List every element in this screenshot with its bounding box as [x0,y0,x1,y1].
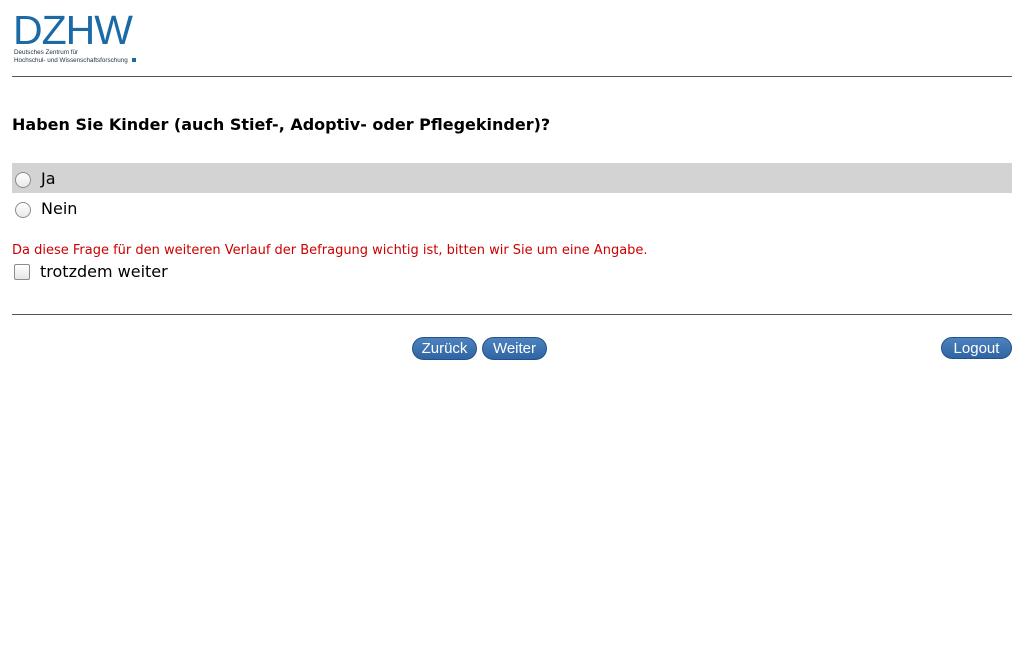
dzhw-logo: DZHW [13,7,133,53]
validation-message: Da diese Frage für den weiteren Verlauf … [12,243,648,258]
next-button[interactable]: Weiter [482,337,547,360]
option-nein-label: Nein [41,198,78,218]
option-nein[interactable]: Nein [12,193,1012,223]
logo-subtitle-line2-text: Hochschul- und Wissenschaftsforschung [14,57,128,64]
option-ja[interactable]: Ja [12,163,1012,193]
override-checkbox-label: trotzdem weiter [40,262,168,281]
option-ja-label: Ja [41,168,56,188]
footer-divider [12,314,1012,315]
logout-button[interactable]: Logout [941,337,1012,359]
radio-ja[interactable] [15,172,31,188]
logo-subtitle-line2: Hochschul- und Wissenschaftsforschung [14,57,136,65]
override-checkbox-row[interactable]: trotzdem weiter [12,262,168,281]
override-checkbox[interactable] [14,263,30,280]
question-text: Haben Sie Kinder (auch Stief-, Adoptiv- … [12,115,551,134]
logo-square-icon [131,58,136,63]
logo-subtitle-line1: Deutsches Zentrum für [14,49,79,56]
header: DZHW Deutsches Zentrum für Hochschul- un… [12,8,1012,76]
radio-nein[interactable] [15,202,31,218]
logo-subtitle: Deutsches Zentrum für Hochschul- und Wis… [14,49,136,65]
back-button[interactable]: Zurück [412,337,477,360]
header-divider [12,76,1012,77]
